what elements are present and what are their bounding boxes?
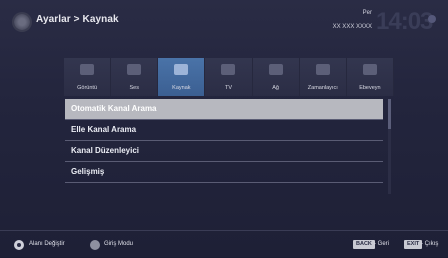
tab-timer[interactable]: Zamanlayıcı (299, 58, 347, 96)
tv-menu-screen: Ayarlar > Kaynak Per XX XXX XXXX 14:03 G… (0, 0, 448, 257)
ok-hint: Giriş Modu (104, 241, 134, 247)
tab-tv[interactable]: TV (205, 58, 253, 96)
clock-time: 14:03 (376, 8, 433, 35)
tab-label: Görüntü (77, 85, 97, 91)
exit-hint: - Çıkış (421, 241, 439, 247)
tab-label: Kaynak (172, 85, 191, 91)
dpad-icon (14, 240, 24, 250)
tab-source[interactable]: Kaynak (158, 58, 206, 96)
tab-label: TV (224, 85, 232, 91)
tab-label: Ağ (272, 85, 279, 91)
tab-picture[interactable]: Görüntü (64, 58, 112, 96)
tv-icon (221, 64, 236, 75)
menu-item-channel-editor[interactable]: Kanal Düzenleyici (65, 141, 383, 162)
clock-indicator-icon (428, 15, 436, 23)
speaker-icon (127, 64, 142, 75)
clock-day: Per (362, 10, 372, 16)
back-hint: - Geri (374, 241, 389, 247)
ok-button-icon (90, 240, 100, 250)
header: Ayarlar > Kaynak Per XX XXX XXXX 14:03 (0, 0, 448, 50)
menu-item-auto-scan[interactable]: Otomatik Kanal Arama (65, 99, 383, 120)
scrollbar-thumb[interactable] (388, 99, 391, 129)
footer: Alanı Değiştir Giriş Modu BACK - Geri EX… (0, 230, 448, 258)
exit-key-badge[interactable]: EXIT (404, 240, 423, 249)
menu-list: Otomatik Kanal Arama Elle Kanal Arama Ka… (65, 99, 383, 183)
tab-label: Zamanlayıcı (307, 85, 338, 91)
menu-item-advanced[interactable]: Gelişmiş (65, 162, 383, 183)
network-icon (268, 64, 283, 75)
category-bar: Görüntü Ses Kaynak TV Ağ Zamanlayıcı Ebe… (64, 58, 394, 96)
tab-label: Ses (129, 85, 139, 91)
gear-icon (14, 14, 30, 30)
tab-network[interactable]: Ağ (252, 58, 300, 96)
tab-label: Ebeveyn (359, 85, 381, 91)
nav-hint: Alanı Değiştir (29, 241, 65, 247)
back-key-badge[interactable]: BACK (353, 240, 375, 249)
breadcrumb: Ayarlar > Kaynak (36, 14, 119, 25)
tab-sound[interactable]: Ses (111, 58, 159, 96)
picture-icon (80, 64, 95, 75)
timer-icon (315, 64, 330, 75)
tab-parental[interactable]: Ebeveyn (346, 58, 394, 96)
parental-icon (362, 64, 377, 75)
menu-item-manual-scan[interactable]: Elle Kanal Arama (65, 120, 383, 141)
clock-date: XX XXX XXXX (332, 24, 372, 30)
source-icon (174, 64, 189, 75)
